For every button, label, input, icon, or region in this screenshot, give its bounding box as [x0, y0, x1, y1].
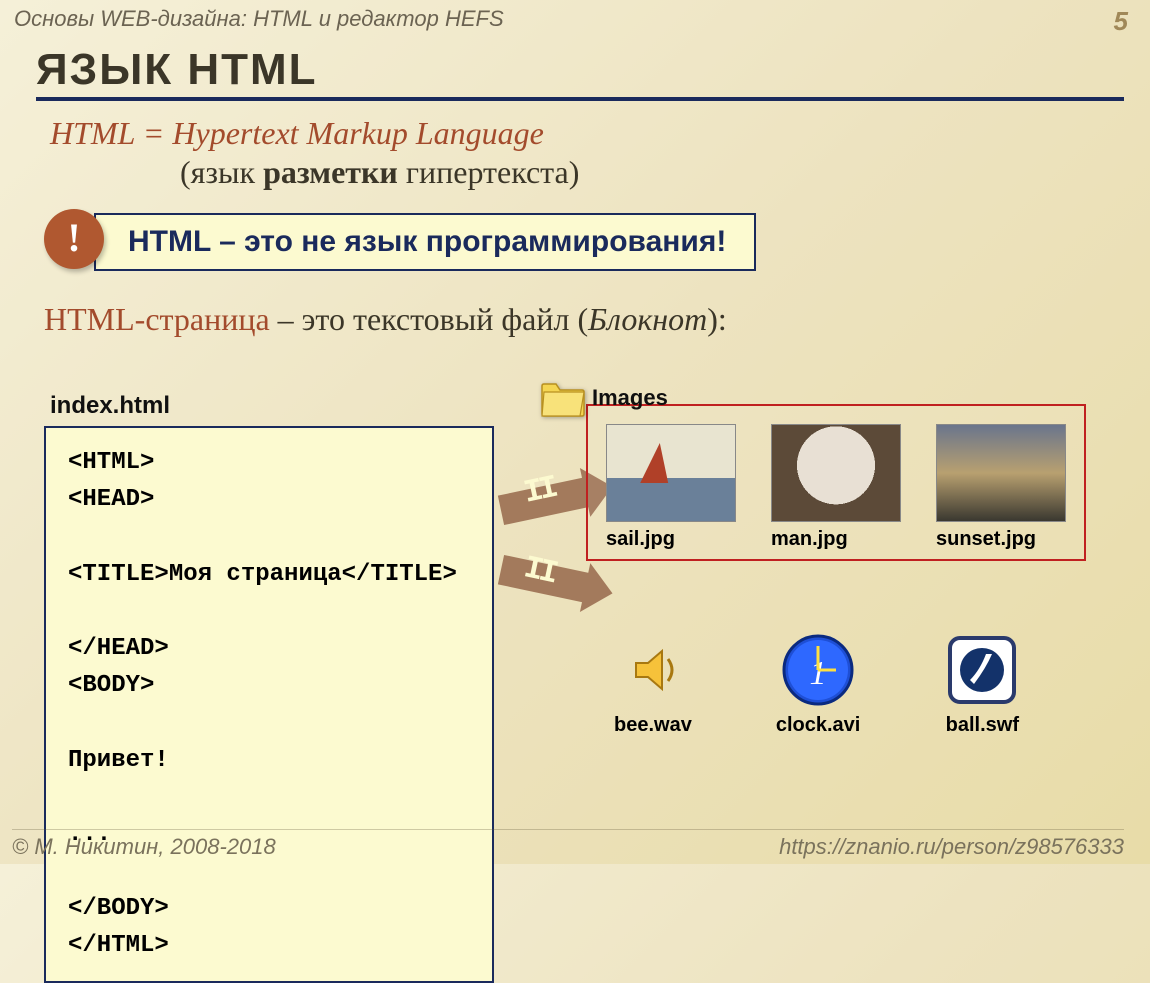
arrow-marks-1: II [520, 469, 557, 512]
file-ball-swf: ball.swf [944, 632, 1020, 737]
definition-line1: HTML = Hypertext Markup Language [50, 115, 1150, 152]
file-label-clock: clock.avi [776, 714, 861, 737]
thumb-man: man.jpg [771, 424, 901, 551]
thumb-image-sail [606, 424, 736, 522]
page-number: 5 [1114, 6, 1128, 37]
page-description: HTML-страница – это текстовый файл (Блок… [44, 301, 1150, 338]
footer-url: https://znanio.ru/person/z98576333 [779, 834, 1124, 860]
desc-close: ): [707, 301, 727, 337]
folder-icon-group: Images [540, 378, 668, 418]
file-clock-avi: 1 clock.avi [776, 632, 861, 737]
thumb-label-sail: sail.jpg [606, 528, 675, 551]
def2-close: гипертекста) [398, 154, 580, 190]
flash-icon [944, 632, 1020, 708]
audio-icon [615, 632, 691, 708]
title-rule [36, 97, 1124, 101]
def2-bold: разметки [263, 154, 398, 190]
desc-mid: – это текстовый файл ( [270, 301, 588, 337]
clock-icon: 1 [780, 632, 856, 708]
thumb-image-man [771, 424, 901, 522]
folder-label: Images [592, 385, 668, 411]
thumb-label-man: man.jpg [771, 528, 848, 551]
thumb-sunset: sunset.jpg [936, 424, 1066, 551]
definition-line2: (язык разметки гипертекста) [180, 154, 1150, 191]
footer-author: © М. Никитин, 2008-2018 [12, 834, 276, 860]
section-title: ЯЗЫК HTML [36, 45, 1150, 95]
exclamation-badge: ! [44, 209, 104, 269]
file-label-bee: bee.wav [614, 714, 692, 737]
desc-italic: Блокнот [588, 301, 707, 337]
callout-text: HTML – это не язык программирования! [94, 213, 756, 271]
file-bee-wav: bee.wav [614, 632, 692, 737]
images-folder-panel: Images sail.jpg man.jpg sunset.jpg [586, 404, 1086, 561]
thumb-sail: sail.jpg [606, 424, 736, 551]
file-label-ball: ball.swf [946, 714, 1019, 737]
folder-icon [540, 378, 586, 418]
thumb-image-sunset [936, 424, 1066, 522]
def2-open: (язык [180, 154, 263, 190]
desc-red: HTML-страница [44, 301, 270, 337]
source-file-name: index.html [50, 392, 494, 420]
course-title: Основы WEB-дизайна: HTML и редактор HEFS [14, 6, 504, 37]
source-code-box: <HTML> <HEAD> <TITLE>Моя страница</TITLE… [44, 426, 494, 983]
thumb-label-sunset: sunset.jpg [936, 528, 1036, 551]
